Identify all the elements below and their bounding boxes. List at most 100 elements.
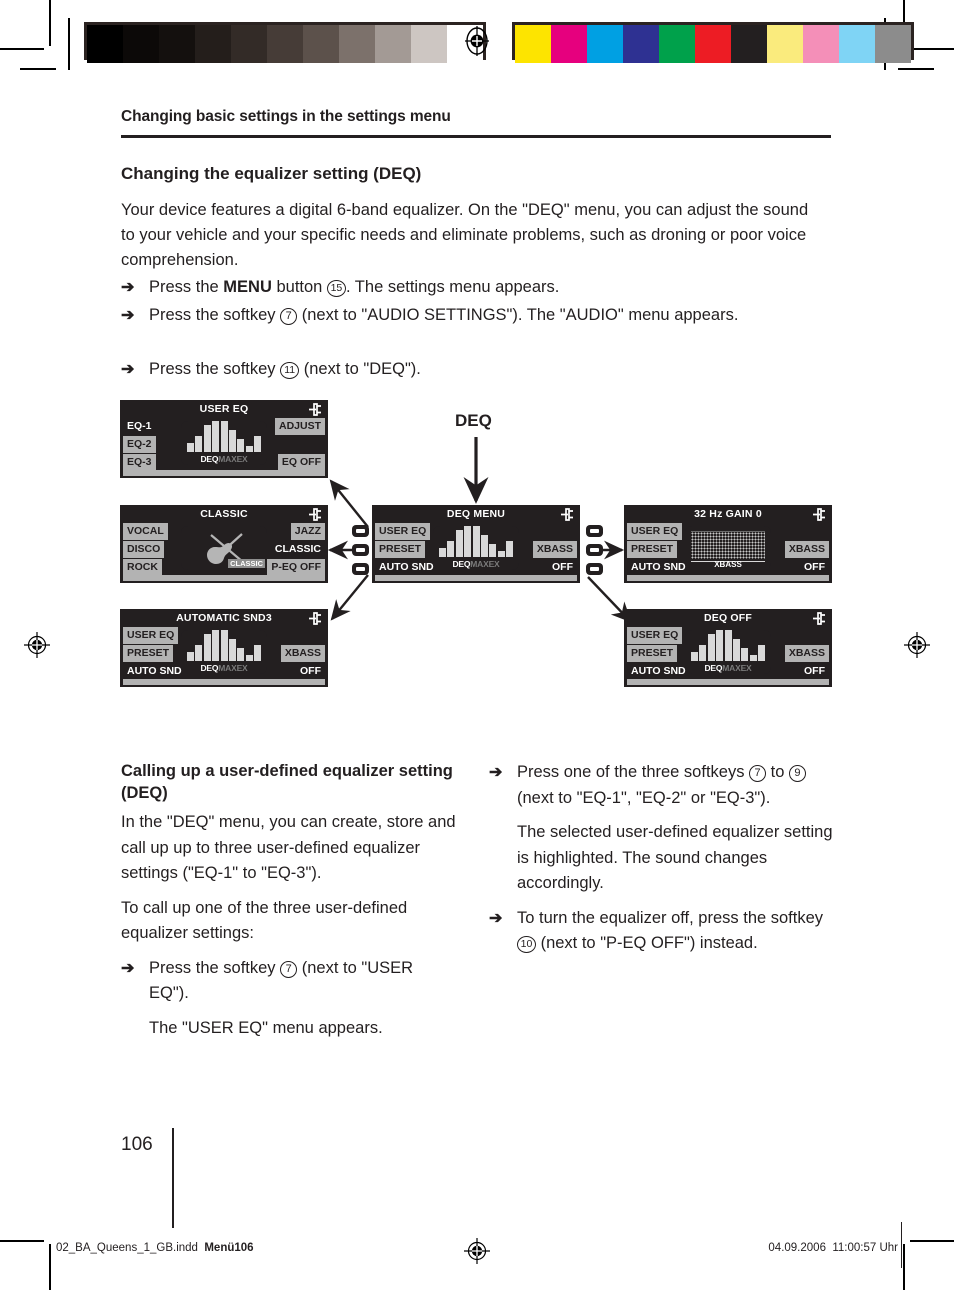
lcd-footer-bar (123, 575, 325, 581)
softkey-right-3[interactable] (586, 563, 603, 575)
lcd-row: VOCAL JAZZ (123, 523, 325, 540)
lcd-label-right[interactable]: JAZZ (290, 523, 325, 540)
footer-file-info: 02_BA_Queens_1_GB.indd Menü106 (56, 1242, 254, 1254)
lcd-label-right[interactable]: P-EQ OFF (267, 559, 325, 576)
key-callout-7: 7 (280, 308, 298, 325)
step-text-pre: Press the (149, 278, 224, 296)
lcd-body: DEQMAXEX USER EQ PRESET XBASS AUTO SND OFF (627, 627, 829, 681)
lcd-label-left[interactable]: USER EQ (627, 523, 683, 540)
softkey-right-1[interactable] (586, 525, 603, 537)
lcd-screen-classic: CLASSIC CLASSIC VOCAL JAZZ DISCO CLASSIC (120, 505, 328, 583)
lcd-row: USER EQ (123, 627, 325, 644)
lcd-label-left[interactable]: USER EQ (375, 523, 431, 540)
lcd-row: EQ-1 ADJUST (123, 418, 325, 435)
lcd-row: AUTO SND OFF (375, 559, 577, 576)
lcd-label-right[interactable]: OFF (548, 559, 577, 576)
softkey-left-3[interactable] (352, 563, 369, 575)
lcd-label-right[interactable]: XBASS (784, 645, 829, 662)
lcd-label-left[interactable]: PRESET (123, 645, 174, 662)
lcd-screen-deq-menu: DEQ MENU DEQMAXEX USER EQ PRESET XBASS AU… (372, 505, 580, 583)
lcd-row: USER EQ (627, 627, 829, 644)
step-item: ➔ Press the softkey 7 (next to "AUDIO SET… (121, 303, 831, 329)
lcd-footer-bar (627, 679, 829, 685)
lcd-label-right[interactable]: ADJUST (274, 418, 325, 435)
step-text-pre: Press the softkey (149, 360, 281, 378)
lcd-label-right[interactable]: OFF (800, 559, 829, 576)
lcd-screen-deq-off: DEQ OFF DEQMAXEX USER EQ PRESET XBASS AUT… (624, 609, 832, 687)
lcd-label-left[interactable]: AUTO SND (123, 663, 186, 680)
lcd-label-left[interactable]: PRESET (627, 645, 678, 662)
lcd-label-right[interactable]: OFF (296, 663, 325, 680)
key-callout-7: 7 (280, 960, 298, 978)
lcd-row: AUTO SND OFF (627, 663, 829, 680)
lcd-label-left[interactable]: EQ-2 (123, 436, 156, 453)
lcd-label-left[interactable]: ROCK (123, 559, 162, 576)
footer-timestamp: 04.09.2006 11:00:57 Uhr (768, 1242, 898, 1254)
softkey-right-2[interactable] (586, 544, 603, 556)
lcd-label-left[interactable]: AUTO SND (375, 559, 438, 576)
step-text-post: (next to "P-EQ OFF") instead. (536, 934, 758, 952)
connector-icon (813, 508, 827, 521)
lcd-rows: USER EQ PRESET XBASS AUTO SND OFF (627, 523, 829, 577)
lcd-rows: USER EQ PRESET XBASS AUTO SND OFF (123, 627, 325, 681)
lcd-footer-bar (123, 679, 325, 685)
lcd-label-left[interactable]: AUTO SND (627, 559, 690, 576)
key-callout-10: 10 (517, 936, 536, 953)
lcd-label-left[interactable]: VOCAL (123, 523, 168, 540)
key-callout-15: 15 (326, 280, 346, 297)
lcd-label-left[interactable]: USER EQ (627, 627, 683, 644)
arrow-bullet-icon: ➔ (121, 361, 135, 378)
deq-menu-flow-diagram: DEQ USER EQ DEQMAXEX EQ-1 ADJUST EQ-2 EQ-… (0, 395, 954, 715)
step-text-bold: MENU (223, 278, 272, 296)
lcd-label-left[interactable]: PRESET (375, 541, 426, 558)
step-text-pre: To turn the equalizer off, press the sof… (517, 908, 824, 927)
softkey-left-1[interactable] (352, 525, 369, 537)
lcd-label-right[interactable]: XBASS (280, 645, 325, 662)
page-number-rule (172, 1128, 174, 1228)
lcd-row: AUTO SND OFF (123, 663, 325, 680)
lcd-label-right[interactable]: XBASS (784, 541, 829, 558)
step-text-post: (next to "EQ-1", "EQ-2" or "EQ-3"). (517, 788, 771, 807)
lcd-screen-automatic-snd3: AUTOMATIC SND3 DEQMAXEX USER EQ PRESET XB… (120, 609, 328, 687)
lcd-label-right[interactable]: OFF (800, 663, 829, 680)
arrow-bullet-icon: ➔ (489, 909, 503, 927)
footer-time: 11:00:57 Uhr (832, 1242, 898, 1254)
lcd-label-left[interactable]: USER EQ (123, 627, 179, 644)
step-text-mid: to (766, 763, 789, 781)
lcd-label-right[interactable]: CLASSIC (270, 541, 325, 558)
lcd-body: XBASS USER EQ PRESET XBASS AUTO SND OFF (627, 523, 829, 577)
lcd-label-left[interactable]: PRESET (627, 541, 678, 558)
lcd-label-left[interactable]: AUTO SND (627, 663, 690, 680)
connector-icon (309, 403, 323, 416)
arrow-bullet-icon: ➔ (121, 307, 135, 324)
arrow-bullet-icon: ➔ (121, 279, 135, 296)
lcd-rows: USER EQ PRESET XBASS AUTO SND OFF (627, 627, 829, 681)
left-column-heading: Calling up a user-defined equalizer sett… (121, 762, 453, 802)
step-text-mid: button (271, 278, 327, 296)
connector-icon (561, 508, 575, 521)
arrow-bullet-icon: ➔ (121, 959, 135, 977)
lcd-label-right[interactable]: EQ OFF (277, 454, 325, 471)
lcd-label-left[interactable]: EQ-1 (123, 418, 156, 435)
softkey-left-2[interactable] (352, 544, 369, 556)
lcd-row: EQ-3 EQ OFF (123, 454, 325, 471)
connector-icon (309, 612, 323, 625)
lcd-label-right[interactable]: XBASS (532, 541, 577, 558)
lcd-row: PRESET XBASS (627, 645, 829, 662)
connector-icon (309, 508, 323, 521)
lcd-title: DEQ OFF (625, 610, 831, 627)
step-item: ➔ Press the softkey 11 (next to "DEQ"). (121, 357, 831, 383)
page-body: Changing basic settings in the settings … (0, 0, 954, 1290)
step-text-post: (next to "DEQ"). (299, 360, 421, 378)
footer-doc-ref: Menü106 (204, 1242, 254, 1254)
lcd-row: PRESET XBASS (375, 541, 577, 558)
arrow-bullet-icon: ➔ (489, 764, 503, 781)
lcd-body: DEQMAXEX EQ-1 ADJUST EQ-2 EQ-3 EQ OFF (123, 418, 325, 472)
step-text-pre: Press one of the three softkeys (517, 763, 750, 781)
lcd-title: DEQ MENU (373, 506, 579, 523)
lcd-footer-bar (627, 575, 829, 581)
lcd-row: PRESET XBASS (627, 541, 829, 558)
lcd-label-left[interactable]: DISCO (123, 541, 165, 558)
lcd-label-left[interactable]: EQ-3 (123, 454, 156, 471)
footer-file-name: 02_BA_Queens_1_GB.indd (56, 1242, 198, 1254)
